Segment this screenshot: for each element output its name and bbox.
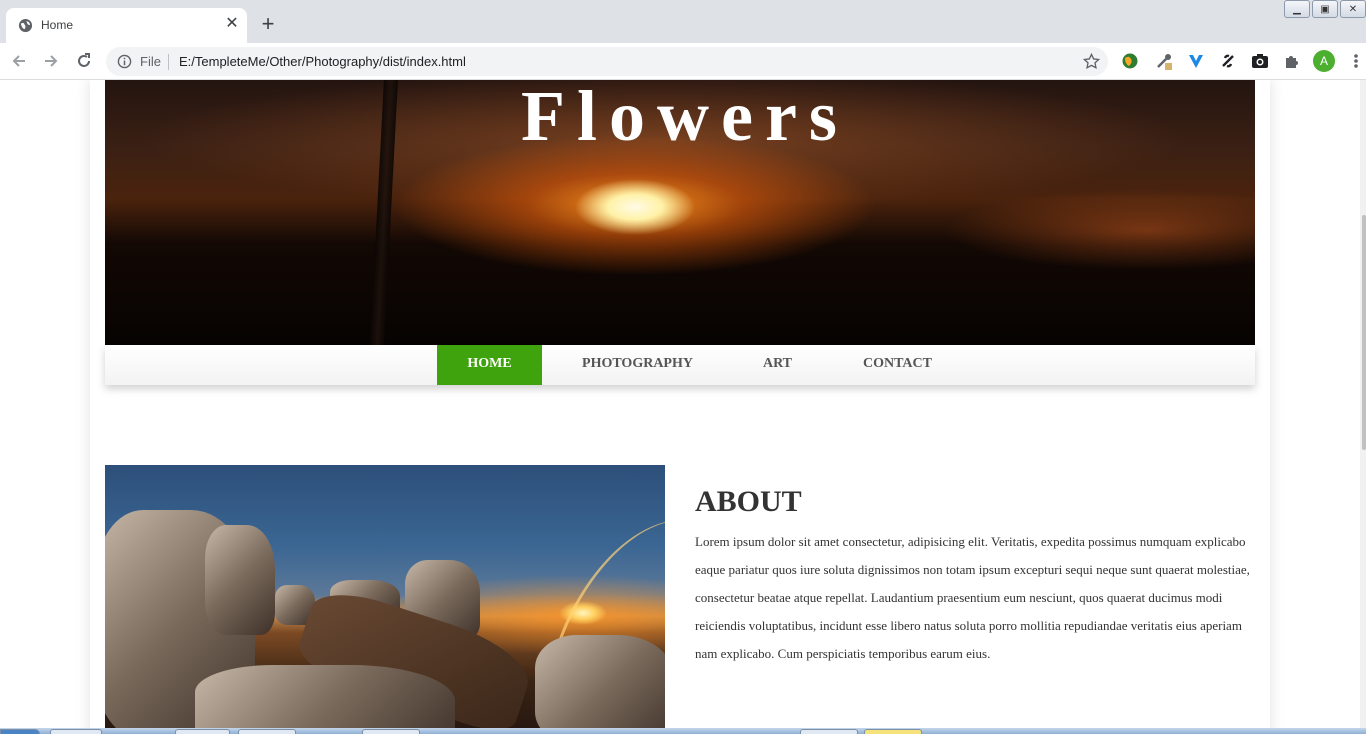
window-controls: ▁ ▣ ✕ bbox=[1282, 0, 1366, 18]
back-icon[interactable] bbox=[10, 52, 28, 70]
page-scrollbar[interactable] bbox=[1360, 80, 1366, 728]
about-image bbox=[105, 465, 665, 728]
restore-icon[interactable]: ▣ bbox=[1312, 0, 1338, 18]
scheme-label: File bbox=[140, 54, 161, 69]
info-icon[interactable] bbox=[117, 54, 132, 69]
eyedropper-extension-icon[interactable] bbox=[1155, 52, 1173, 70]
nav-home[interactable]: HOME bbox=[437, 345, 542, 385]
globe-icon bbox=[18, 18, 33, 33]
driftwood-right bbox=[535, 635, 665, 728]
about-paragraph: Lorem ipsum dolor sit amet consectetur, … bbox=[695, 534, 1250, 661]
taskbar-app-1[interactable] bbox=[50, 729, 102, 734]
camera-extension-icon[interactable] bbox=[1251, 52, 1269, 70]
main-nav: HOME PHOTOGRAPHY ART CONTACT bbox=[105, 345, 1255, 385]
tab-title: Home bbox=[41, 18, 74, 32]
url-text[interactable]: E:/TempleteMe/Other/Photography/dist/ind… bbox=[179, 54, 466, 69]
taskbar-app-4[interactable] bbox=[362, 729, 420, 734]
profile-avatar[interactable]: A bbox=[1313, 50, 1335, 72]
close-tab-icon[interactable]: ✕ bbox=[224, 16, 240, 32]
start-button[interactable] bbox=[0, 729, 40, 734]
driftwood-foreground bbox=[195, 665, 455, 728]
link-extension-icon[interactable] bbox=[1219, 52, 1237, 70]
taskbar-app-2[interactable] bbox=[175, 729, 230, 734]
reload-icon[interactable] bbox=[75, 52, 93, 70]
hero-banner-image: Flowers bbox=[105, 80, 1255, 345]
puzzle-extensions-icon[interactable] bbox=[1283, 52, 1301, 70]
tab-home[interactable]: Home ✕ bbox=[6, 8, 247, 43]
os-taskbar bbox=[0, 728, 1366, 734]
v-extension-icon[interactable] bbox=[1187, 52, 1205, 70]
menu-icon[interactable] bbox=[1350, 52, 1362, 70]
nav-contact[interactable]: CONTACT bbox=[845, 345, 950, 385]
page-container: Flowers HOME PHOTOGRAPHY ART CONTACT ABO… bbox=[90, 80, 1270, 728]
taskbar-app-6[interactable] bbox=[864, 729, 922, 734]
taskbar-app-5[interactable] bbox=[800, 729, 858, 734]
nav-photography[interactable]: PHOTOGRAPHY bbox=[565, 345, 710, 385]
page-viewport: Flowers HOME PHOTOGRAPHY ART CONTACT ABO… bbox=[0, 80, 1366, 728]
address-bar[interactable]: File E:/TempleteMe/Other/Photography/dis… bbox=[106, 47, 1108, 76]
forward-icon[interactable] bbox=[42, 52, 60, 70]
scrollbar-thumb[interactable] bbox=[1362, 215, 1366, 450]
tab-strip: Home ✕ + ▁ ▣ ✕ bbox=[0, 0, 1366, 43]
bookmark-star-icon[interactable] bbox=[1083, 53, 1100, 70]
taskbar-app-3[interactable] bbox=[238, 729, 296, 734]
omnibox-divider bbox=[168, 54, 169, 70]
minimize-icon[interactable]: ▁ bbox=[1284, 0, 1310, 18]
about-heading: ABOUT bbox=[695, 485, 802, 518]
globe-extension-icon[interactable] bbox=[1121, 52, 1139, 70]
new-tab-icon[interactable]: + bbox=[258, 13, 278, 35]
nav-art[interactable]: ART bbox=[745, 345, 810, 385]
hero-title: Flowers bbox=[521, 80, 849, 156]
close-window-icon[interactable]: ✕ bbox=[1340, 0, 1366, 18]
driftwood-stump bbox=[205, 525, 275, 635]
